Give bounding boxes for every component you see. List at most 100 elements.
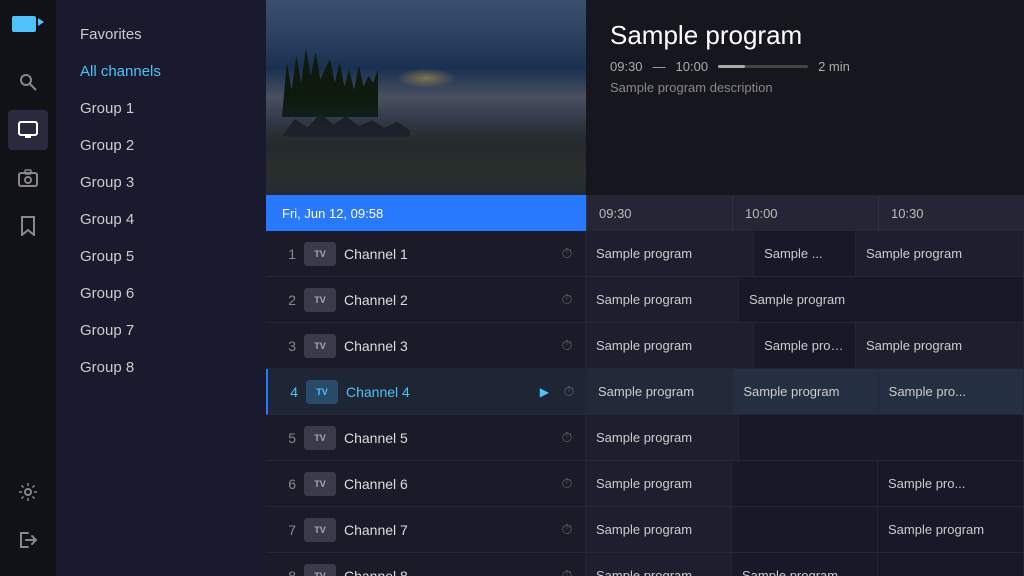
channel-name-3: Channel 3	[344, 338, 549, 354]
camera-nav-icon[interactable]	[8, 158, 48, 198]
program-cell[interactable]: Sample program	[586, 415, 739, 460]
sidebar-item-group3[interactable]: Group 3	[56, 164, 266, 201]
channel-name-8: Channel 8	[344, 568, 549, 576]
channel-num-2: 2	[274, 292, 296, 308]
channel-info-6: 6 TV Channel 6 ⏱	[266, 461, 586, 506]
table-row[interactable]: 8 TV Channel 8 ⏱ Sample program Sample p…	[266, 553, 1024, 576]
time-separator: —	[653, 59, 666, 74]
preview-thumbnail[interactable]	[266, 0, 586, 195]
table-row[interactable]: 7 TV Channel 7 ⏱ Sample program Sample p…	[266, 507, 1024, 553]
settings-nav-icon[interactable]	[8, 472, 48, 512]
sidebar-item-favorites[interactable]: Favorites	[56, 16, 266, 53]
play-icon-4: ▶	[540, 385, 549, 399]
program-cells-6: Sample program Sample pro...	[586, 461, 1024, 506]
program-cells-1: Sample program Sample ... Sample program	[586, 231, 1024, 276]
program-cell[interactable]	[739, 415, 1024, 460]
program-cell[interactable]: Sample program	[586, 507, 732, 552]
channel-info-5: 5 TV Channel 5 ⏱	[266, 415, 586, 460]
history-icon-2: ⏱	[557, 290, 577, 310]
channel-logo-5: TV	[304, 426, 336, 450]
program-cells-8: Sample program Sample program	[586, 553, 1024, 576]
program-cell[interactable]: Sample program	[586, 461, 732, 506]
channel-name-6: Channel 6	[344, 476, 549, 492]
program-cell[interactable]: Sample program	[586, 277, 739, 322]
sidebar-item-all-channels[interactable]: All channels	[56, 53, 266, 90]
progress-fill	[718, 65, 745, 68]
channel-num-3: 3	[274, 338, 296, 354]
sidebar-item-group8[interactable]: Group 8	[56, 349, 266, 386]
program-cell[interactable]: Sample program	[856, 231, 1024, 276]
channel-logo-6: TV	[304, 472, 336, 496]
program-cell[interactable]: Sample program	[878, 507, 1024, 552]
duration: 2 min	[818, 59, 850, 74]
epg-rows: 1 TV Channel 1 ⏱ Sample program Sample .…	[266, 231, 1024, 576]
program-cell[interactable]	[732, 461, 878, 506]
channel-logo-3: TV	[304, 334, 336, 358]
sidebar-item-group2[interactable]: Group 2	[56, 127, 266, 164]
tv-nav-icon[interactable]	[8, 110, 48, 150]
program-cells-2: Sample program Sample program	[586, 277, 1024, 322]
program-cell[interactable]: Sample program	[586, 323, 754, 368]
channel-name-2: Channel 2	[344, 292, 549, 308]
program-cell[interactable]: Sample program	[732, 553, 878, 576]
channel-info-3: 3 TV Channel 3 ⏱	[266, 323, 586, 368]
channel-num-6: 6	[274, 476, 296, 492]
channel-info-7: 7 TV Channel 7 ⏱	[266, 507, 586, 552]
channel-logo-7: TV	[304, 518, 336, 542]
search-nav-icon[interactable]	[8, 62, 48, 102]
sidebar-item-group1[interactable]: Group 1	[56, 90, 266, 127]
program-cell[interactable]: Sample progr...	[754, 323, 856, 368]
program-cell[interactable]: Sample pro...	[878, 461, 1024, 506]
history-icon-6: ⏱	[557, 474, 577, 494]
epg-section: Fri, Jun 12, 09:58 09:30 10:00 10:30 1 T…	[266, 195, 1024, 576]
sidebar-item-group4[interactable]: Group 4	[56, 201, 266, 238]
channel-name-4: Channel 4	[346, 384, 532, 400]
program-cell[interactable]: Sample program	[586, 553, 732, 576]
channel-name-7: Channel 7	[344, 522, 549, 538]
channel-logo-2: TV	[304, 288, 336, 312]
table-row[interactable]: 6 TV Channel 6 ⏱ Sample program Sample p…	[266, 461, 1024, 507]
history-icon-4: ⏱	[559, 382, 579, 402]
history-icon-3: ⏱	[557, 336, 577, 356]
channel-info-8: 8 TV Channel 8 ⏱	[266, 553, 586, 576]
program-cell[interactable]: Sample ...	[754, 231, 856, 276]
program-cell[interactable]	[732, 507, 878, 552]
program-cell[interactable]: Sample program	[739, 277, 1024, 322]
preview-info: Sample program 09:30 — 10:00 2 min Sampl…	[586, 0, 1024, 195]
time-start: 09:30	[610, 59, 643, 74]
table-row[interactable]: 4 TV Channel 4 ▶ ⏱ Sample program Sample…	[266, 369, 1024, 415]
exit-nav-icon[interactable]	[8, 520, 48, 560]
table-row[interactable]: 2 TV Channel 2 ⏱ Sample program Sample p…	[266, 277, 1024, 323]
program-cell[interactable]: Sample pro...	[879, 369, 1024, 414]
program-cell[interactable]	[878, 553, 1024, 576]
program-cell[interactable]: Sample program	[856, 323, 1024, 368]
program-cell[interactable]: Sample program	[733, 369, 878, 414]
table-row[interactable]: 3 TV Channel 3 ⏱ Sample program Sample p…	[266, 323, 1024, 369]
timeline-current-time: Fri, Jun 12, 09:58	[266, 195, 586, 231]
table-row[interactable]: 1 TV Channel 1 ⏱ Sample program Sample .…	[266, 231, 1024, 277]
sidebar-item-group6[interactable]: Group 6	[56, 275, 266, 312]
channel-logo-8: TV	[304, 564, 336, 576]
history-icon-8: ⏱	[557, 566, 577, 576]
program-cell[interactable]: Sample program	[586, 231, 754, 276]
timeline-slot-2: 10:30	[878, 195, 1024, 231]
channel-info-4: 4 TV Channel 4 ▶ ⏱	[268, 369, 588, 414]
timeline-header: Fri, Jun 12, 09:58 09:30 10:00 10:30	[266, 195, 1024, 231]
program-cell[interactable]: Sample program	[588, 369, 733, 414]
channel-num-4: 4	[276, 384, 298, 400]
time-end: 10:00	[676, 59, 709, 74]
history-icon-1: ⏱	[557, 244, 577, 264]
bookmark-nav-icon[interactable]	[8, 206, 48, 246]
main-content: Sample program 09:30 — 10:00 2 min Sampl…	[266, 0, 1024, 576]
channel-logo-4: TV	[306, 380, 338, 404]
channel-num-1: 1	[274, 246, 296, 262]
history-icon-7: ⏱	[557, 520, 577, 540]
program-time: 09:30 — 10:00 2 min	[610, 59, 1000, 74]
table-row[interactable]: 5 TV Channel 5 ⏱ Sample program	[266, 415, 1024, 461]
history-icon-5: ⏱	[557, 428, 577, 448]
program-cells-5: Sample program	[586, 415, 1024, 460]
channel-num-5: 5	[274, 430, 296, 446]
program-cells-4: Sample program Sample program Sample pro…	[588, 369, 1024, 414]
sidebar-item-group7[interactable]: Group 7	[56, 312, 266, 349]
sidebar-item-group5[interactable]: Group 5	[56, 238, 266, 275]
